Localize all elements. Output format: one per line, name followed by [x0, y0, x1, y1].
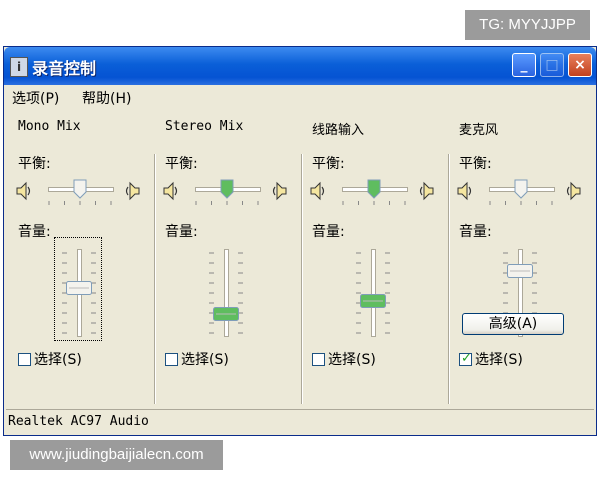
recording-control-window: i 录音控制 _ □ × 选项(P) 帮助(H) Mono Mix 平衡: 音量… — [3, 46, 597, 436]
volume-label: 音量: — [165, 224, 198, 240]
volume-slider-thumb[interactable] — [66, 280, 92, 295]
balance-slider-thumb[interactable] — [514, 179, 528, 199]
balance-ticks — [48, 201, 112, 205]
volume-slider-thumb[interactable] — [213, 306, 239, 321]
mixer-column: Mono Mix 平衡: 音量: 选择(S) — [4, 109, 151, 409]
watermark-bottom: www.jiudingbaijialecn.com — [10, 440, 223, 470]
select-checkbox[interactable] — [312, 353, 325, 366]
close-button[interactable]: × — [568, 53, 592, 77]
app-icon: i — [10, 57, 28, 77]
balance-ticks — [195, 201, 259, 205]
balance-ticks — [342, 201, 406, 205]
mixer-columns: Mono Mix 平衡: 音量: 选择(S) Stereo Mix 平衡: 音量… — [4, 109, 596, 409]
balance-slider-thumb[interactable] — [73, 179, 87, 199]
select-label: 选择(S) — [34, 352, 82, 368]
balance-label: 平衡: — [459, 156, 492, 172]
column-title: Stereo Mix — [165, 119, 244, 134]
window-title: 录音控制 — [32, 59, 97, 78]
mixer-column: Stereo Mix 平衡: 音量: 选择(S) — [151, 109, 298, 409]
select-checkbox-row[interactable]: 选择(S) — [18, 349, 82, 369]
advanced-button[interactable]: 高级(A) — [462, 313, 564, 335]
speaker-right-icon — [124, 181, 140, 205]
volume-slider-thumb[interactable] — [360, 293, 386, 308]
select-checkbox-row[interactable]: ✓ 选择(S) — [459, 349, 523, 369]
volume-slider-thumb[interactable] — [507, 263, 533, 278]
checkmark-icon: ✓ — [461, 351, 472, 366]
balance-ticks — [489, 201, 553, 205]
volume-label: 音量: — [459, 224, 492, 240]
menu-help[interactable]: 帮助(H) — [82, 88, 131, 108]
select-checkbox[interactable] — [165, 353, 178, 366]
speaker-right-icon — [271, 181, 287, 205]
status-bar: Realtek AC97 Audio — [6, 409, 594, 432]
speaker-left-icon — [310, 181, 326, 205]
speaker-left-icon — [16, 181, 32, 205]
mixer-column: 线路输入 平衡: 音量: 选择(S) — [298, 109, 445, 409]
select-label: 选择(S) — [181, 352, 229, 368]
title-bar[interactable]: i 录音控制 _ □ × — [4, 47, 596, 85]
balance-slider-thumb[interactable] — [220, 179, 234, 199]
volume-label: 音量: — [312, 224, 345, 240]
select-label: 选择(S) — [475, 352, 523, 368]
maximize-button[interactable]: □ — [540, 53, 564, 77]
speaker-right-icon — [418, 181, 434, 205]
select-checkbox-row[interactable]: 选择(S) — [312, 349, 376, 369]
speaker-left-icon — [457, 181, 473, 205]
balance-label: 平衡: — [18, 156, 51, 172]
speaker-right-icon — [565, 181, 581, 205]
balance-label: 平衡: — [312, 156, 345, 172]
watermark-top: TG: MYYJJPP — [465, 10, 590, 40]
volume-ticks — [209, 252, 243, 334]
select-checkbox[interactable] — [18, 353, 31, 366]
menu-bar: 选项(P) 帮助(H) — [4, 85, 596, 109]
mixer-column: 麦克风 平衡: 音量: ✓ 选择(S) — [445, 109, 592, 409]
select-label: 选择(S) — [328, 352, 376, 368]
column-title: 线路输入 — [312, 123, 365, 138]
balance-slider-thumb[interactable] — [367, 179, 381, 199]
menu-options[interactable]: 选项(P) — [12, 88, 59, 108]
select-checkbox-row[interactable]: 选择(S) — [165, 349, 229, 369]
balance-label: 平衡: — [165, 156, 198, 172]
device-name: Realtek AC97 Audio — [8, 414, 149, 429]
volume-label: 音量: — [18, 224, 51, 240]
select-checkbox[interactable]: ✓ — [459, 351, 472, 366]
column-title: 麦克风 — [459, 123, 499, 138]
column-title: Mono Mix — [18, 119, 81, 134]
minimize-button[interactable]: _ — [512, 53, 536, 77]
speaker-left-icon — [163, 181, 179, 205]
